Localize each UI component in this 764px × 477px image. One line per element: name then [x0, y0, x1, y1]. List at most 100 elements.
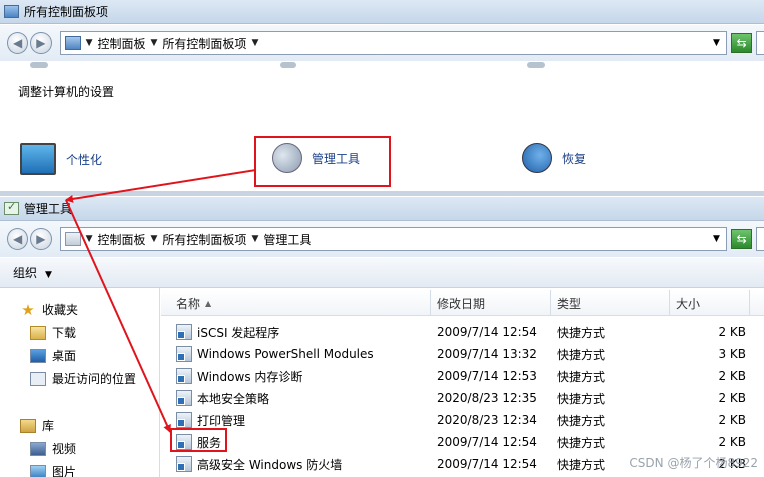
table-row[interactable]: 服务 2009/7/14 12:54 快捷方式 2 KB	[161, 431, 764, 453]
personalization-icon	[20, 143, 56, 175]
file-date: 2020/8/23 12:34	[437, 413, 537, 427]
window1-address-bar: ◀ ▶ ▼ 控制面板 ▼ 所有控制面板项 ▼ ▼ ⇆	[0, 25, 764, 61]
nav-label: 最近访问的位置	[52, 372, 137, 386]
shortcut-icon	[176, 368, 192, 384]
control-panel-icon	[64, 36, 81, 50]
forward-button[interactable]: ▶	[30, 228, 52, 250]
shortcut-icon	[176, 324, 192, 340]
column-header-type[interactable]: 类型	[551, 290, 670, 316]
window2-title-bar: 管理工具	[0, 197, 764, 221]
window2-address-box[interactable]: ▼ 控制面板 ▼ 所有控制面板项 ▼ 管理工具 ▼	[59, 227, 727, 251]
file-type: 快捷方式	[557, 391, 606, 406]
table-row[interactable]: 本地安全策略 2020/8/23 12:35 快捷方式 2 KB	[161, 387, 764, 409]
search-input[interactable]	[756, 31, 764, 55]
file-type: 快捷方式	[557, 347, 606, 362]
shortcut-icon	[176, 456, 192, 472]
highlight-box-admin-tools	[254, 136, 391, 187]
file-list: 名称 ▲ 修改日期 类型 大小 iSCSI 发起程序 2009/7/14 12:5…	[161, 288, 764, 477]
file-name: Windows PowerShell Modules	[197, 347, 374, 361]
nav-label: 收藏夹	[42, 303, 79, 317]
file-date: 2009/7/14 12:54	[437, 325, 537, 339]
highlight-box-services	[170, 428, 227, 452]
navigation-pane: ★ 收藏夹 下载 桌面 最近访问的位置 库 视频 图片	[0, 288, 160, 477]
admin-tools-icon	[64, 232, 81, 246]
file-type: 快捷方式	[557, 369, 606, 384]
back-button[interactable]: ◀	[7, 228, 29, 250]
nav-label: 桌面	[52, 349, 77, 363]
column-header-name[interactable]: 名称 ▲	[161, 290, 431, 316]
window2-address-bar: ◀ ▶ ▼ 控制面板 ▼ 所有控制面板项 ▼ 管理工具 ▼ ⇆	[0, 221, 764, 257]
videos-icon	[30, 441, 46, 456]
file-date: 2009/7/14 12:54	[437, 457, 537, 471]
nav-libraries[interactable]: 库	[20, 417, 54, 434]
nav-item-pictures[interactable]: 图片	[30, 463, 76, 477]
shortcut-icon	[176, 346, 192, 362]
library-icon	[20, 418, 36, 433]
breadcrumb-all-items[interactable]: 所有控制面板项	[162, 231, 246, 248]
chevron-down-icon[interactable]: ▼	[151, 38, 158, 48]
organize-label: 组织	[13, 266, 38, 280]
chevron-down-icon[interactable]: ▼	[151, 234, 158, 244]
file-size: 2 KB	[718, 435, 746, 449]
file-name: iSCSI 发起程序	[197, 325, 280, 340]
search-input[interactable]	[756, 227, 764, 251]
watermark: CSDN @杨了个杨8922	[629, 456, 758, 470]
window1-title-bar: 所有控制面板项	[0, 0, 764, 24]
file-size: 2 KB	[718, 369, 746, 383]
refresh-button[interactable]: ⇆	[730, 33, 753, 53]
nav-label: 库	[42, 419, 55, 433]
address-history-dropdown-icon[interactable]: ▼	[713, 234, 720, 244]
cp-item-recovery[interactable]: 恢复	[522, 143, 586, 173]
nav-item-downloads[interactable]: 下载	[30, 324, 76, 341]
partial-icon	[280, 62, 296, 68]
recent-places-icon	[30, 371, 46, 386]
address-history-dropdown-icon[interactable]: ▼	[713, 38, 720, 48]
chevron-down-icon[interactable]: ▼	[86, 234, 93, 244]
table-row[interactable]: Windows 内存诊断 2009/7/14 12:53 快捷方式 2 KB	[161, 365, 764, 387]
nav-label: 视频	[52, 442, 77, 456]
cp-item-personalization[interactable]: 个性化	[20, 143, 102, 175]
back-button[interactable]: ◀	[7, 32, 29, 54]
recovery-icon	[522, 143, 552, 173]
window-separator	[0, 191, 764, 196]
breadcrumb-all-items[interactable]: 所有控制面板项	[162, 35, 246, 52]
window1-address-box[interactable]: ▼ 控制面板 ▼ 所有控制面板项 ▼ ▼	[59, 31, 727, 55]
star-icon: ★	[21, 300, 35, 319]
sort-ascending-icon: ▲	[205, 298, 212, 308]
shortcut-icon	[176, 412, 192, 428]
file-name: Windows 内存诊断	[197, 369, 303, 384]
nav-item-desktop[interactable]: 桌面	[30, 347, 76, 364]
desktop-icon	[30, 348, 46, 363]
partial-icon	[30, 62, 48, 68]
file-size: 2 KB	[718, 325, 746, 339]
chevron-down-icon[interactable]: ▼	[251, 38, 258, 48]
chevron-down-icon[interactable]: ▼	[251, 234, 258, 244]
nav-item-recent-places[interactable]: 最近访问的位置	[30, 370, 136, 387]
table-row[interactable]: Windows PowerShell Modules 2009/7/14 13:…	[161, 343, 764, 365]
file-date: 2009/7/14 12:53	[437, 369, 537, 383]
forward-button[interactable]: ▶	[30, 32, 52, 54]
breadcrumb-admin-tools[interactable]: 管理工具	[263, 231, 311, 248]
pictures-icon	[30, 464, 46, 477]
downloads-folder-icon	[30, 325, 46, 340]
column-header-row: 名称 ▲ 修改日期 类型 大小	[161, 290, 764, 316]
partial-icon	[527, 62, 545, 68]
nav-favorites[interactable]: ★ 收藏夹	[20, 301, 78, 318]
column-header-date[interactable]: 修改日期	[431, 290, 551, 316]
command-bar: 组织 ▼	[0, 258, 764, 288]
column-header-size[interactable]: 大小	[670, 290, 750, 316]
file-name: 打印管理	[197, 413, 246, 428]
cp-item-label: 个性化	[66, 152, 103, 167]
nav-item-videos[interactable]: 视频	[30, 440, 76, 457]
table-row[interactable]: 打印管理 2020/8/23 12:34 快捷方式 2 KB	[161, 409, 764, 431]
chevron-down-icon[interactable]: ▼	[86, 38, 93, 48]
table-row[interactable]: iSCSI 发起程序 2009/7/14 12:54 快捷方式 2 KB	[161, 321, 764, 343]
file-type: 快捷方式	[557, 413, 606, 428]
file-name: 高级安全 Windows 防火墙	[197, 457, 343, 472]
organize-button[interactable]: 组织 ▼	[13, 264, 52, 281]
breadcrumb-control-panel[interactable]: 控制面板	[97, 231, 145, 248]
file-type: 快捷方式	[557, 435, 606, 450]
breadcrumb-control-panel[interactable]: 控制面板	[97, 35, 145, 52]
refresh-button[interactable]: ⇆	[730, 229, 753, 249]
chevron-down-icon: ▼	[45, 270, 52, 280]
